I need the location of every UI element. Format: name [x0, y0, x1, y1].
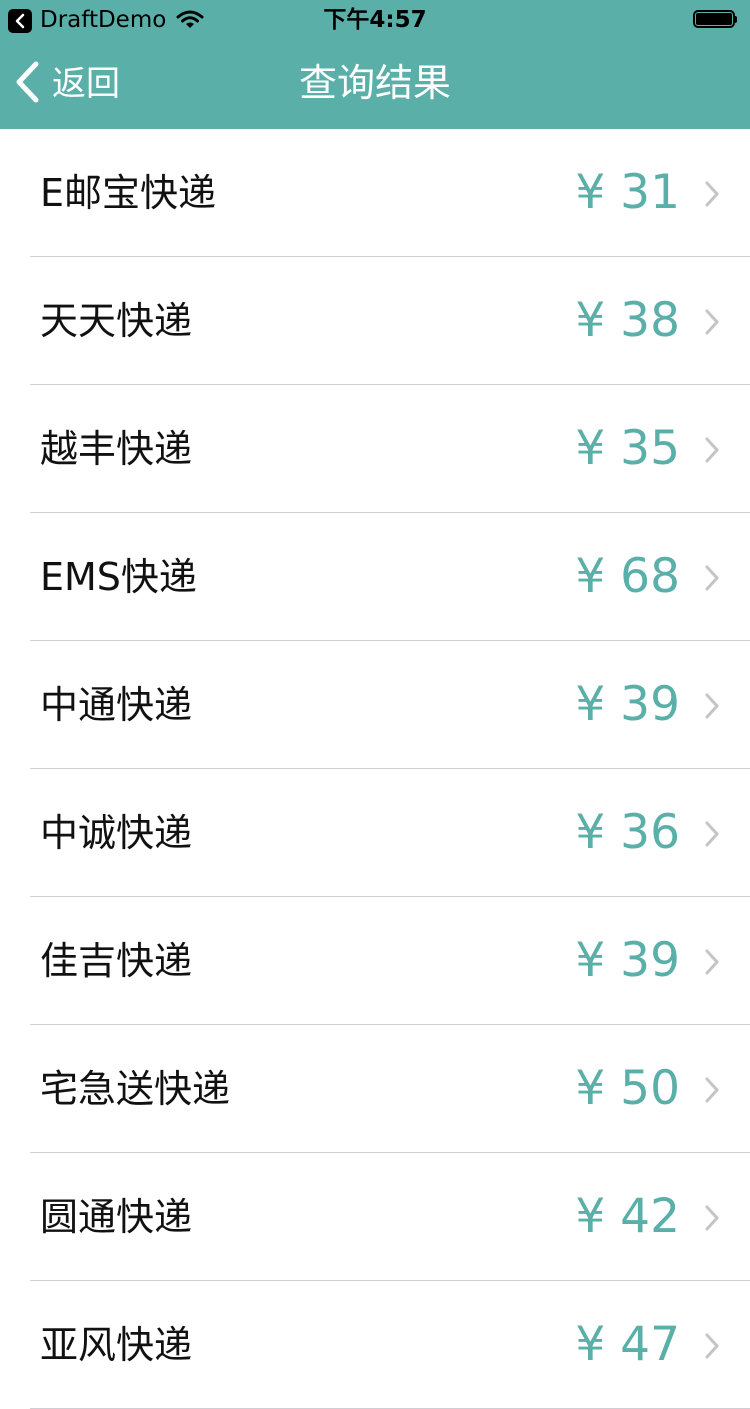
list-item[interactable]: 天天快递 ¥ 38	[0, 257, 750, 385]
carrier-name: 中诚快递	[40, 811, 193, 855]
carrier-name: 宅急送快递	[40, 1067, 231, 1111]
chevron-right-icon	[704, 693, 720, 723]
carrier-price: ¥ 47	[575, 1317, 680, 1372]
battery-icon	[693, 10, 737, 30]
list-item[interactable]: 越丰快递 ¥ 35	[0, 385, 750, 513]
chevron-right-icon	[704, 821, 720, 851]
list-item[interactable]: EMS快递 ¥ 68	[0, 513, 750, 641]
carrier-name: 佳吉快递	[40, 939, 193, 983]
list-item[interactable]: 佳吉快递 ¥ 39	[0, 897, 750, 1025]
chevron-right-icon	[704, 309, 720, 339]
list-item[interactable]: E邮宝快递 ¥ 31	[0, 129, 750, 257]
status-time: 下午4:57	[323, 7, 427, 33]
navigation-bar: 返回 查询结果	[0, 40, 750, 129]
carrier-price: ¥ 35	[575, 421, 680, 476]
carrier-price: ¥ 39	[575, 933, 680, 988]
header: DraftDemo 下午4:57 返回 查询结果	[0, 0, 750, 129]
chevron-right-icon	[704, 1077, 720, 1107]
carrier-name: 亚风快递	[40, 1323, 193, 1367]
chevron-right-icon	[704, 565, 720, 595]
chevron-right-icon	[704, 1205, 720, 1235]
chevron-right-icon	[704, 1333, 720, 1363]
status-bar: DraftDemo 下午4:57	[0, 0, 750, 40]
list-item[interactable]: 宅急送快递 ¥ 50	[0, 1025, 750, 1153]
list-item[interactable]: 亚风快递 ¥ 47	[0, 1281, 750, 1409]
carrier-price: ¥ 31	[575, 165, 680, 220]
carrier-name: E邮宝快递	[40, 171, 217, 215]
list-item[interactable]: 中诚快递 ¥ 36	[0, 769, 750, 897]
carrier-name: 圆通快递	[40, 1195, 193, 1239]
carrier-price: ¥ 50	[575, 1061, 680, 1116]
chevron-right-icon	[704, 949, 720, 979]
carrier-price: ¥ 38	[575, 293, 680, 348]
carrier-price: ¥ 39	[575, 677, 680, 732]
carrier-name: 越丰快递	[40, 427, 193, 471]
chevron-right-icon	[704, 437, 720, 467]
carrier-price: ¥ 68	[575, 549, 680, 604]
list-item[interactable]: 圆通快递 ¥ 42	[0, 1153, 750, 1281]
page-title: 查询结果	[298, 61, 451, 105]
list-item[interactable]: 中通快递 ¥ 39	[0, 641, 750, 769]
carrier-name: 中通快递	[40, 683, 193, 727]
carrier-price: ¥ 42	[575, 1189, 680, 1244]
chevron-right-icon	[704, 181, 720, 211]
carrier-price: ¥ 36	[575, 805, 680, 860]
carrier-name: EMS快递	[40, 555, 197, 599]
results-list: E邮宝快递 ¥ 31 天天快递 ¥ 38 越丰快递 ¥ 35 EMS快递 ¥ 6…	[0, 129, 750, 1409]
carrier-name: 天天快递	[40, 299, 193, 343]
